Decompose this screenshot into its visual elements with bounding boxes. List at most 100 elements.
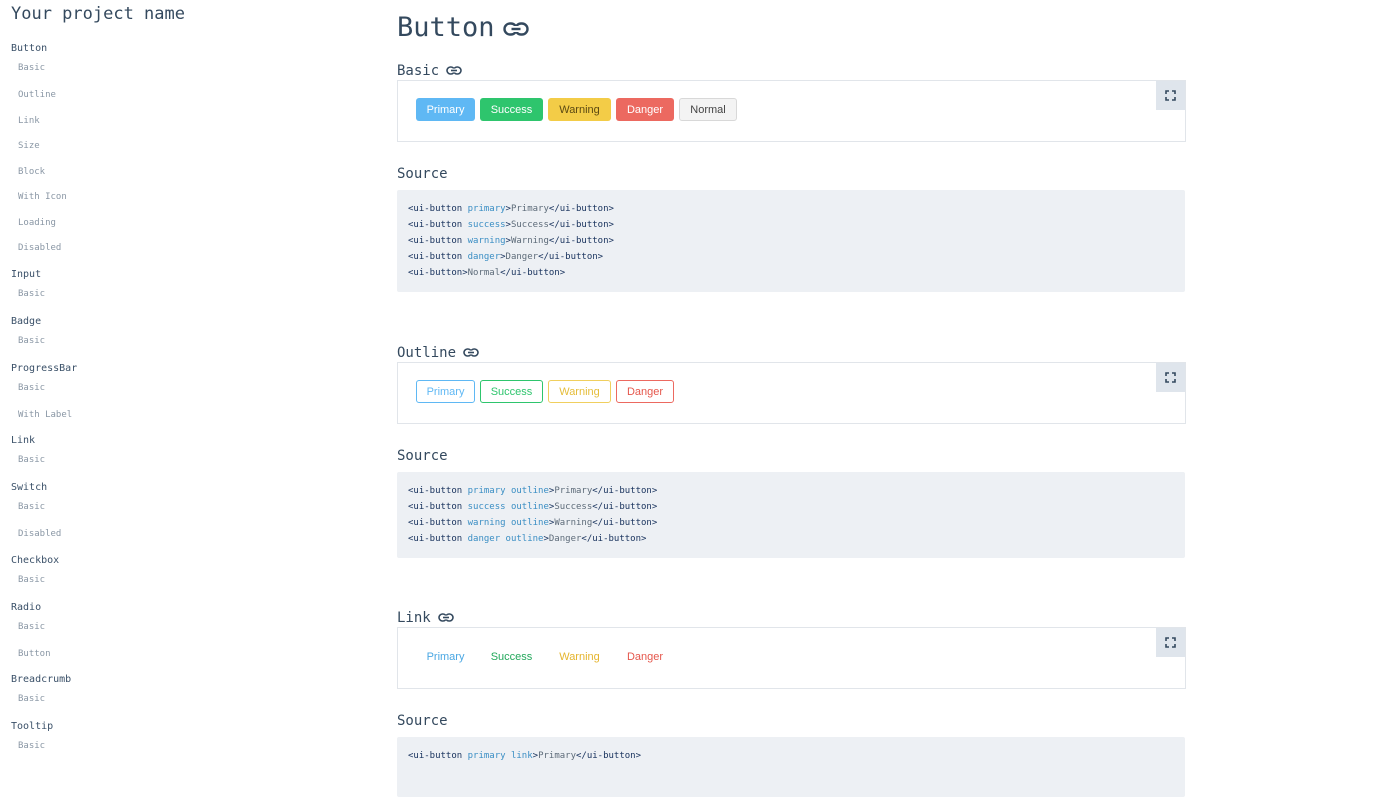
code-token: <ui-button	[408, 518, 468, 528]
code-token: Warning	[510, 236, 549, 246]
nav-group-title[interactable]: Radio	[11, 601, 77, 615]
nav-item[interactable]: Outline	[11, 83, 77, 109]
nav-group-title[interactable]: Link	[11, 434, 77, 448]
nav-item[interactable]: Disabled	[11, 522, 77, 548]
normal-button[interactable]: Normal	[679, 98, 737, 121]
code-token: </ui-button>	[592, 518, 658, 528]
nav-group-title[interactable]: ProgressBar	[11, 362, 77, 376]
nav-item[interactable]: Basic	[11, 568, 77, 595]
primary-outline-button[interactable]: Primary	[416, 380, 475, 403]
code-block: <ui-button primary>Primary</ui-button> <u…	[397, 190, 1185, 292]
nav-group: Badge Basic	[11, 315, 77, 356]
nav-group: Input Basic	[11, 268, 77, 309]
nav-item[interactable]: Basic	[11, 734, 77, 761]
warning-outline-button[interactable]: Warning	[548, 380, 611, 403]
primary-button[interactable]: Primary	[416, 98, 475, 121]
code-token: <ui-button	[408, 252, 468, 262]
code-token: </ui-button>	[548, 204, 614, 214]
code-line: <ui-button warning>Warning</ui-button>	[408, 233, 1174, 249]
section-title: Outline	[397, 345, 479, 361]
code-token: <ui-button	[408, 268, 463, 278]
code-token: Success	[510, 220, 549, 230]
section-title-text: Basic	[397, 63, 440, 79]
code-token: danger outline	[467, 534, 544, 544]
nav-item[interactable]: Disabled	[11, 236, 77, 262]
code-token: </ui-button>	[581, 534, 647, 544]
code-token: primary outline	[467, 486, 549, 496]
code-token: Primary	[510, 204, 549, 214]
code-token: <ui-button	[408, 502, 468, 512]
button-row: Primary Success Warning Danger Normal	[416, 98, 737, 121]
code-token: danger	[467, 252, 501, 262]
nav-group-title[interactable]: Tooltip	[11, 720, 77, 734]
nav-group: ProgressBar Basic With Label	[11, 362, 77, 429]
demo-box: Primary Success Warning Danger	[397, 627, 1186, 689]
nav-item[interactable]: Basic	[11, 56, 77, 83]
code-token: </ui-button>	[548, 236, 614, 246]
nav-group: Button Basic Outline Link Size Block With Icon…	[11, 42, 77, 262]
nav-item[interactable]: Button	[11, 642, 77, 668]
nav-item[interactable]: Basic	[11, 495, 77, 522]
code-token: </ui-button>	[538, 252, 604, 262]
source-title: Source	[397, 713, 448, 729]
nav-item[interactable]: Basic	[11, 687, 77, 714]
nav-item[interactable]: Basic	[11, 376, 77, 403]
success-button[interactable]: Success	[480, 98, 543, 121]
nav-item[interactable]: Loading	[11, 211, 77, 237]
fullscreen-button[interactable]	[1156, 628, 1185, 657]
project-title[interactable]: Your project name	[11, 4, 185, 24]
link-icon[interactable]	[446, 63, 462, 79]
code-token: <ui-button	[408, 236, 468, 246]
nav-item[interactable]: Basic	[11, 448, 77, 475]
nav-group: Radio Basic Button	[11, 601, 77, 668]
link-icon[interactable]	[502, 12, 529, 43]
nav-group: Switch Basic Disabled	[11, 481, 77, 548]
success-outline-button[interactable]: Success	[480, 380, 543, 403]
code-line: <ui-button danger>Danger</ui-button>	[408, 249, 1174, 265]
nav-group-title[interactable]: Badge	[11, 315, 77, 329]
nav-item[interactable]: Basic	[11, 615, 77, 642]
fullscreen-button[interactable]	[1156, 81, 1185, 110]
nav-item[interactable]: Link	[11, 109, 77, 135]
nav-group-title[interactable]: Switch	[11, 481, 77, 495]
danger-outline-button[interactable]: Danger	[616, 380, 674, 403]
nav-group: Checkbox Basic	[11, 554, 77, 595]
nav-group-title[interactable]: Input	[11, 268, 77, 282]
nav-item[interactable]: Basic	[11, 329, 77, 356]
code-line: <ui-button primary>Primary</ui-button>	[408, 201, 1174, 217]
warning-button[interactable]: Warning	[548, 98, 611, 121]
nav-group-title[interactable]: Breadcrumb	[11, 673, 77, 687]
nav-item[interactable]: Block	[11, 160, 77, 186]
success-link-button[interactable]: Success	[480, 645, 543, 668]
nav-group-title[interactable]: Button	[11, 42, 77, 56]
source-title: Source	[397, 448, 448, 464]
danger-button[interactable]: Danger	[616, 98, 674, 121]
code-token: Normal	[467, 268, 501, 278]
code-token: Danger	[505, 252, 539, 262]
warning-link-button[interactable]: Warning	[548, 645, 611, 668]
demo-box: Primary Success Warning Danger	[397, 362, 1186, 424]
section-title: Basic	[397, 63, 462, 79]
nav-group: Breadcrumb Basic	[11, 673, 77, 714]
expand-icon	[1165, 368, 1176, 387]
primary-link-button[interactable]: Primary	[416, 645, 475, 668]
code-token: warning	[467, 236, 506, 246]
nav-item[interactable]: Size	[11, 134, 77, 160]
code-token: primary link	[467, 751, 533, 761]
code-token: success outline	[467, 502, 549, 512]
code-token: <ui-button	[408, 204, 468, 214]
link-icon[interactable]	[437, 610, 454, 626]
expand-icon	[1165, 633, 1176, 652]
nav-item[interactable]: Basic	[11, 282, 77, 309]
nav-group-title[interactable]: Checkbox	[11, 554, 77, 568]
code-token: <ui-button	[408, 751, 468, 761]
sidebar: Your project name Button Basic Outline Link…	[0, 0, 380, 762]
code-token: <ui-button	[408, 220, 468, 230]
fullscreen-button[interactable]	[1156, 363, 1185, 392]
source-title: Source	[397, 166, 448, 182]
nav-item[interactable]: With Label	[11, 403, 77, 429]
nav-item[interactable]: With Icon	[11, 185, 77, 211]
link-icon[interactable]	[463, 345, 479, 361]
danger-link-button[interactable]: Danger	[616, 645, 674, 668]
demo-box: Primary Success Warning Danger Normal	[397, 80, 1186, 142]
